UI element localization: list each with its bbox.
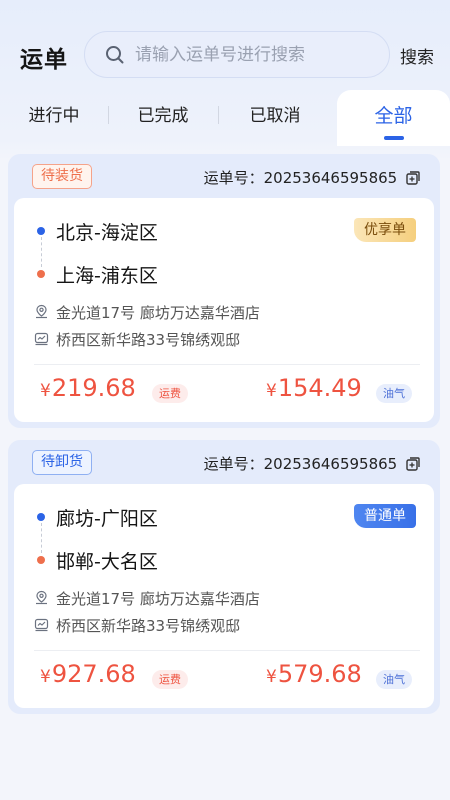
destination-dot-icon	[37, 270, 45, 278]
truck-icon	[34, 618, 49, 632]
fuel-amount: 579.68	[277, 660, 362, 688]
destination-dot-icon	[37, 556, 45, 564]
fuel-tag: 油气	[376, 384, 412, 403]
tab-divider	[218, 106, 219, 124]
order-detail: 北京-海淀区 上海-浦东区 优享单 金光道17号 廊坊万达嘉华酒店 桥西区新华路…	[14, 198, 434, 422]
page-title: 运单	[20, 47, 68, 73]
loading-address: 金光道17号 廊坊万达嘉华酒店	[56, 304, 260, 322]
order-card[interactable]: 待卸货 运单号：20253646595865 廊坊-广阳区 邯郸-大名区 普通单…	[8, 440, 440, 714]
fuel-price: ¥579.68	[266, 660, 362, 688]
order-card[interactable]: 待装货 运单号：20253646595865 北京-海淀区 上海-浦东区 优享单…	[8, 154, 440, 428]
currency-symbol: ¥	[266, 381, 277, 401]
search-box[interactable]	[84, 31, 390, 78]
order-type-badge: 优享单	[354, 218, 416, 242]
waybill-page: 运单 搜索 进行中 已完成 已取消 全部 待装货 运单号：20253646595…	[0, 0, 450, 800]
route-destination: 邯郸-大名区	[56, 551, 158, 573]
search-icon	[106, 46, 124, 64]
status-badge: 待装货	[32, 164, 92, 189]
freight-amount: 927.68	[51, 660, 136, 688]
loading-address: 金光道17号 廊坊万达嘉华酒店	[56, 590, 260, 608]
fuel-price: ¥154.49	[266, 374, 362, 402]
tab-active-indicator	[383, 136, 404, 140]
copy-icon[interactable]	[406, 457, 420, 471]
origin-dot-icon	[37, 513, 45, 521]
header: 运单 搜索	[0, 28, 450, 82]
route-origin: 北京-海淀区	[56, 222, 158, 244]
unloading-address: 桥西区新华路33号锦绣观邸	[56, 617, 241, 635]
order-number-label: 运单号：	[203, 455, 264, 473]
tab-divider	[108, 106, 109, 124]
route-line	[41, 237, 42, 267]
tab-completed[interactable]: 已完成	[108, 90, 218, 146]
route-origin: 廊坊-广阳区	[56, 508, 158, 530]
freight-price: ¥927.68	[40, 660, 136, 688]
tab-all-label: 全部	[374, 105, 413, 127]
status-badge: 待卸货	[32, 450, 92, 475]
search-input[interactable]	[135, 40, 375, 70]
truck-icon	[34, 332, 49, 346]
freight-tag: 运费	[152, 670, 188, 689]
search-button[interactable]: 搜索	[400, 43, 434, 68]
order-detail: 廊坊-广阳区 邯郸-大名区 普通单 金光道17号 廊坊万达嘉华酒店 桥西区新华路…	[14, 484, 434, 708]
tab-in-progress[interactable]: 进行中	[0, 90, 108, 146]
origin-dot-icon	[37, 227, 45, 235]
order-number-value: 20253646595865	[263, 169, 398, 187]
tab-cancelled[interactable]: 已取消	[218, 90, 332, 146]
order-number: 运单号：20253646595865	[204, 453, 420, 474]
freight-amount: 219.68	[51, 374, 136, 402]
location-pin-icon	[36, 590, 47, 605]
divider	[34, 650, 420, 651]
unloading-address: 桥西区新华路33号锦绣观邸	[56, 331, 241, 349]
status-tabs: 进行中 已完成 已取消 全部	[0, 90, 450, 146]
currency-symbol: ¥	[266, 667, 277, 687]
order-number-label: 运单号：	[203, 169, 264, 187]
tab-all[interactable]: 全部	[337, 90, 450, 146]
currency-symbol: ¥	[40, 381, 51, 401]
fuel-tag: 油气	[376, 670, 412, 689]
copy-icon[interactable]	[406, 171, 420, 185]
currency-symbol: ¥	[40, 667, 51, 687]
order-number-value: 20253646595865	[263, 455, 398, 473]
route-line	[41, 523, 42, 553]
freight-price: ¥219.68	[40, 374, 136, 402]
location-pin-icon	[36, 304, 47, 319]
order-type-badge: 普通单	[354, 504, 416, 528]
route-destination: 上海-浦东区	[56, 265, 158, 287]
freight-tag: 运费	[152, 384, 188, 403]
order-number: 运单号：20253646595865	[204, 167, 420, 188]
divider	[34, 364, 420, 365]
fuel-amount: 154.49	[277, 374, 362, 402]
